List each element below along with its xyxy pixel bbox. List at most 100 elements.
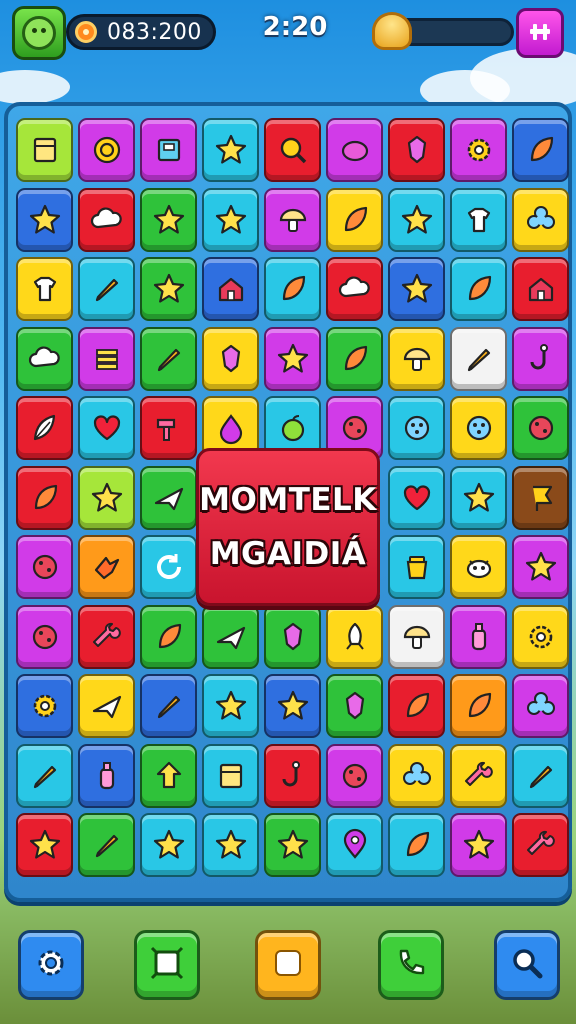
tile-cabinet-r1c3[interactable] bbox=[140, 118, 197, 182]
level-popup[interactable]: MOMTELK MGAIDIÁ bbox=[196, 448, 380, 606]
tile-shirt-r2c8[interactable] bbox=[450, 187, 507, 252]
tile-star-r11c1[interactable] bbox=[16, 813, 73, 877]
tile-plane-r8c4[interactable] bbox=[202, 604, 259, 669]
tile-button-r5c7[interactable] bbox=[388, 396, 445, 460]
leaf-icon bbox=[338, 342, 372, 376]
tile-flower-r2c9[interactable] bbox=[512, 187, 569, 252]
tile-pencil-r4c8[interactable] bbox=[450, 326, 507, 391]
tile-hammer-r5c3[interactable] bbox=[140, 396, 197, 460]
tile-star-r1c4[interactable] bbox=[202, 118, 259, 182]
tile-feather-r5c1[interactable] bbox=[16, 396, 73, 460]
settings-button[interactable] bbox=[18, 930, 84, 1000]
tile-pin-r11c6[interactable] bbox=[326, 813, 383, 877]
tile-plane-r6c3[interactable] bbox=[140, 465, 197, 530]
tile-star-r3c7[interactable] bbox=[388, 257, 445, 321]
tile-plane-r9c2[interactable] bbox=[78, 674, 135, 738]
call-button[interactable] bbox=[378, 930, 444, 1000]
tile-leaf-r2c6[interactable] bbox=[326, 187, 383, 252]
tile-heart-r5c2[interactable] bbox=[78, 396, 135, 460]
tile-shirt-r3c1[interactable] bbox=[16, 257, 73, 321]
tile-cow-r7c8[interactable] bbox=[450, 535, 507, 599]
tile-flag-r6c9[interactable] bbox=[512, 465, 569, 530]
tile-star-r6c2[interactable] bbox=[78, 465, 135, 530]
tile-blob-r1c6[interactable] bbox=[326, 118, 383, 182]
tile-mushroom-r2c5[interactable] bbox=[264, 187, 321, 252]
home-button[interactable] bbox=[255, 930, 321, 1000]
tile-gear-r9c1[interactable] bbox=[16, 674, 73, 738]
tile-wrench-r11c9[interactable] bbox=[512, 813, 569, 877]
tile-star-r11c8[interactable] bbox=[450, 813, 507, 877]
tile-star-r2c1[interactable] bbox=[16, 187, 73, 252]
tile-ball-r7c1[interactable] bbox=[16, 535, 73, 599]
tile-star-r11c3[interactable] bbox=[140, 813, 197, 877]
tile-house-r3c4[interactable] bbox=[202, 257, 259, 321]
tile-star-r6c8[interactable] bbox=[450, 465, 507, 530]
tile-ring-r1c2[interactable] bbox=[78, 118, 135, 182]
tile-box-r1c1[interactable] bbox=[16, 118, 73, 182]
tile-leaf-r11c7[interactable] bbox=[388, 813, 445, 877]
tile-flower-r9c9[interactable] bbox=[512, 674, 569, 738]
tile-stack-r4c2[interactable] bbox=[78, 326, 135, 391]
tile-gem-r9c6[interactable] bbox=[326, 674, 383, 738]
tile-leaf-r4c6[interactable] bbox=[326, 326, 383, 391]
tile-gem-r1c7[interactable] bbox=[388, 118, 445, 182]
tile-bird-r7c2[interactable] bbox=[78, 535, 135, 599]
tile-pencil-r4c3[interactable] bbox=[140, 326, 197, 391]
tile-wrench-r10c8[interactable] bbox=[450, 743, 507, 808]
tile-leaf-r3c8[interactable] bbox=[450, 257, 507, 321]
tile-pot-r7c7[interactable] bbox=[388, 535, 445, 599]
tile-search-r1c5[interactable] bbox=[264, 118, 321, 182]
tile-hook-r4c9[interactable] bbox=[512, 326, 569, 391]
tile-star-r11c4[interactable] bbox=[202, 813, 259, 877]
tile-leaf-r6c1[interactable] bbox=[16, 465, 73, 530]
tile-star-r11c5[interactable] bbox=[264, 813, 321, 877]
tile-cloud-r2c2[interactable] bbox=[78, 187, 135, 252]
tile-box-r10c4[interactable] bbox=[202, 743, 259, 808]
map-button[interactable] bbox=[134, 930, 200, 1000]
tile-leaf-r8c3[interactable] bbox=[140, 604, 197, 669]
tile-leaf-r3c5[interactable] bbox=[264, 257, 321, 321]
tile-gear-r1c8[interactable] bbox=[450, 118, 507, 182]
heart-icon bbox=[90, 411, 124, 445]
tile-star-r9c5[interactable] bbox=[264, 674, 321, 738]
tile-cloud-r4c1[interactable] bbox=[16, 326, 73, 391]
tile-pencil-r9c3[interactable] bbox=[140, 674, 197, 738]
tile-house-r3c9[interactable] bbox=[512, 257, 569, 321]
tile-pencil-r10c9[interactable] bbox=[512, 743, 569, 808]
tile-refresh-r7c3[interactable] bbox=[140, 535, 197, 599]
tile-ball-r8c1[interactable] bbox=[16, 604, 73, 669]
tile-pencil-r10c1[interactable] bbox=[16, 743, 73, 808]
tile-star-r7c9[interactable] bbox=[512, 535, 569, 599]
tile-star-r3c3[interactable] bbox=[140, 257, 197, 321]
tile-heart-r6c7[interactable] bbox=[388, 465, 445, 530]
tile-cloud-r3c6[interactable] bbox=[326, 257, 383, 321]
menu-button[interactable] bbox=[516, 8, 564, 58]
tile-rocket-r8c6[interactable] bbox=[326, 604, 383, 669]
tile-bottle-r8c8[interactable] bbox=[450, 604, 507, 669]
tile-mushroom-r4c7[interactable] bbox=[388, 326, 445, 391]
tile-star-r4c5[interactable] bbox=[264, 326, 321, 391]
tile-star-r2c3[interactable] bbox=[140, 187, 197, 252]
tile-flower-r10c7[interactable] bbox=[388, 743, 445, 808]
tile-gear-r8c9[interactable] bbox=[512, 604, 569, 669]
tile-button-r5c8[interactable] bbox=[450, 396, 507, 460]
search-button[interactable] bbox=[494, 930, 560, 1000]
tile-gem-r4c4[interactable] bbox=[202, 326, 259, 391]
tile-pencil-r11c2[interactable] bbox=[78, 813, 135, 877]
tile-leaf-r9c8[interactable] bbox=[450, 674, 507, 738]
tile-star-r2c4[interactable] bbox=[202, 187, 259, 252]
tile-ball-r5c9[interactable] bbox=[512, 396, 569, 460]
tile-bottle-r10c2[interactable] bbox=[78, 743, 135, 808]
tile-gem-r8c5[interactable] bbox=[264, 604, 321, 669]
tile-pencil-r3c2[interactable] bbox=[78, 257, 135, 321]
tile-arrow-r10c3[interactable] bbox=[140, 743, 197, 808]
avatar-button[interactable] bbox=[12, 6, 66, 60]
tile-leaf-r9c7[interactable] bbox=[388, 674, 445, 738]
tile-star-r9c4[interactable] bbox=[202, 674, 259, 738]
tile-mushroom-r8c7[interactable] bbox=[388, 604, 445, 669]
tile-wrench-r8c2[interactable] bbox=[78, 604, 135, 669]
tile-star-r2c7[interactable] bbox=[388, 187, 445, 252]
tile-ball-r10c6[interactable] bbox=[326, 743, 383, 808]
tile-leaf-r1c9[interactable] bbox=[512, 118, 569, 182]
tile-hook-r10c5[interactable] bbox=[264, 743, 321, 808]
